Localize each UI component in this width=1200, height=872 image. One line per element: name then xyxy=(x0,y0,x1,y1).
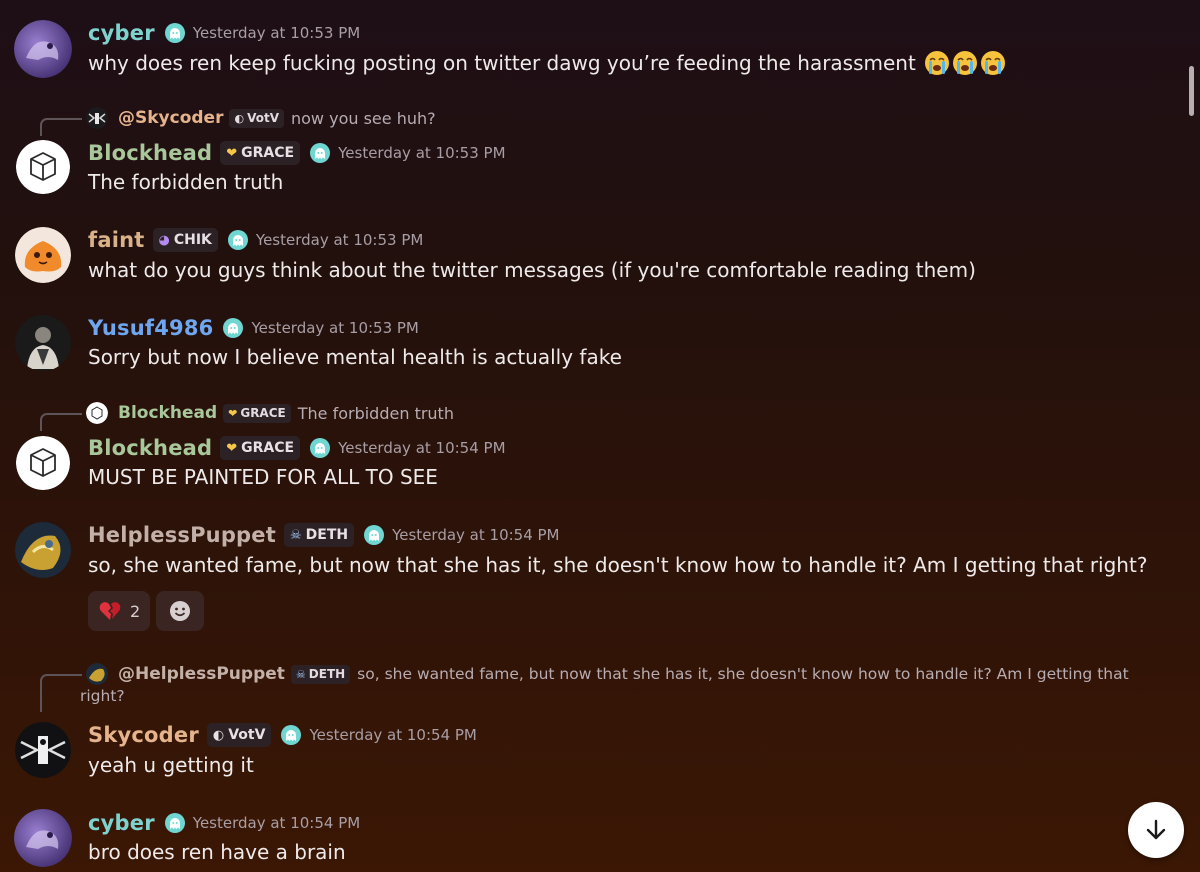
reply-preview[interactable]: @Skycoder ◐ VotV now you see huh? xyxy=(40,104,940,136)
role-tag: ☠ DETH xyxy=(283,523,355,547)
author-name[interactable]: HelplessPuppet xyxy=(88,523,276,547)
author-name[interactable]: Skycoder xyxy=(88,723,199,747)
role-tag: ◐ VotV xyxy=(206,723,272,747)
message-text: bro does ren have a brain xyxy=(88,840,346,864)
scroll-to-bottom-arrow-icon xyxy=(1146,819,1166,840)
reply-spine xyxy=(40,118,82,136)
message-text: why does ren keep fucking posting on twi… xyxy=(88,51,916,75)
message-timestamp[interactable]: Yesterday at 10:53 PM xyxy=(251,319,418,337)
message-text: yeah u getting it xyxy=(88,753,254,777)
heart-tag-icon: ❤ xyxy=(226,145,238,161)
author-name[interactable]: Blockhead xyxy=(88,141,212,165)
author-name[interactable]: Blockhead xyxy=(88,436,212,460)
avatar-cyber[interactable] xyxy=(14,809,72,867)
reply-spine xyxy=(40,413,82,431)
role-tag: ❤ GRACE xyxy=(220,436,301,460)
message-timestamp[interactable]: Yesterday at 10:53 PM xyxy=(193,24,360,42)
reply-preview[interactable]: @HelplessPuppet ☠ DETH so, she wanted fam… xyxy=(40,660,1170,716)
role-tag: ❤ GRACE xyxy=(220,141,301,165)
loudly-crying-face-emoji xyxy=(952,51,977,75)
message-text: MUST BE PAINTED FOR ALL TO SEE xyxy=(88,465,438,489)
avatar-faint[interactable] xyxy=(15,227,71,283)
nitro-ghost-icon[interactable] xyxy=(364,525,385,545)
nitro-ghost-icon[interactable] xyxy=(164,23,185,43)
avatar-blockhead[interactable] xyxy=(16,140,70,194)
message-timestamp[interactable]: Yesterday at 10:54 PM xyxy=(392,526,559,544)
nitro-ghost-icon[interactable] xyxy=(227,230,248,250)
skull-tag-icon: ☠ xyxy=(295,667,306,681)
author-name[interactable]: cyber xyxy=(88,811,155,835)
role-tag: ◕ CHIK xyxy=(152,228,218,252)
avatar-yusuf4986[interactable] xyxy=(15,315,71,371)
heart-tag-icon: ❤ xyxy=(226,440,238,456)
scrollbar-thumb[interactable] xyxy=(1189,66,1194,116)
votv-tag-icon: ◐ xyxy=(234,111,245,125)
reply-text: now you see huh? xyxy=(291,108,436,128)
nitro-ghost-icon[interactable] xyxy=(281,725,302,745)
nitro-ghost-icon[interactable] xyxy=(223,318,244,338)
loudly-crying-face-emoji xyxy=(980,51,1005,75)
reply-text-line-1: so, she wanted fame, but now that she ha… xyxy=(357,665,1129,683)
reply-avatar xyxy=(86,663,108,685)
avatar-skycoder[interactable] xyxy=(15,722,71,778)
reaction-bar: 2 xyxy=(88,591,205,631)
author-name[interactable]: cyber xyxy=(88,21,155,45)
message-text: The forbidden truth xyxy=(88,170,284,194)
jump-to-bottom-button[interactable] xyxy=(1128,802,1184,858)
reply-role-tag: ☠ DETH xyxy=(290,664,351,684)
message-text: what do you guys think about the twitter… xyxy=(88,258,976,282)
reply-author[interactable]: @HelplessPuppet xyxy=(118,664,285,684)
message-text: so, she wanted fame, but now that she ha… xyxy=(88,553,1148,577)
moon-tag-icon: ◕ xyxy=(158,232,170,248)
reaction-broken-heart[interactable]: 2 xyxy=(88,591,151,631)
avatar-helplesspuppet[interactable] xyxy=(15,522,71,578)
broken-heart-icon xyxy=(99,602,121,620)
reply-avatar xyxy=(86,402,108,424)
message-timestamp[interactable]: Yesterday at 10:54 PM xyxy=(193,814,360,832)
nitro-ghost-icon[interactable] xyxy=(310,143,331,163)
reaction-count: 2 xyxy=(130,601,141,621)
loudly-crying-face-emoji xyxy=(924,51,949,75)
avatar-blockhead[interactable] xyxy=(16,436,70,490)
reply-preview[interactable]: Blockhead ❤ GRACE The forbidden truth xyxy=(40,399,940,431)
reply-role-tag: ❤ GRACE xyxy=(223,403,291,423)
reply-role-tag: ◐ VotV xyxy=(229,108,284,128)
reply-avatar xyxy=(86,107,108,129)
reply-text-line-2: right? xyxy=(80,687,125,705)
nitro-ghost-icon[interactable] xyxy=(164,813,185,833)
reply-author[interactable]: Blockhead xyxy=(118,403,217,423)
reply-author[interactable]: @Skycoder xyxy=(118,108,223,128)
message-timestamp[interactable]: Yesterday at 10:54 PM xyxy=(309,726,476,744)
votv-tag-icon: ◐ xyxy=(212,727,225,743)
add-reaction-button[interactable] xyxy=(156,591,205,631)
message-timestamp[interactable]: Yesterday at 10:53 PM xyxy=(256,231,423,249)
heart-tag-icon: ❤ xyxy=(228,406,238,420)
reply-text: The forbidden truth xyxy=(297,403,454,423)
add-reaction-icon xyxy=(170,601,191,621)
message-list: cyber Yesterday at 10:53 PM why does ren… xyxy=(0,0,1180,872)
message-text: Sorry but now I believe mental health is… xyxy=(88,345,622,369)
author-name[interactable]: Yusuf4986 xyxy=(88,316,213,340)
nitro-ghost-icon[interactable] xyxy=(310,438,331,458)
skull-tag-icon: ☠ xyxy=(289,527,302,543)
author-name[interactable]: faint xyxy=(88,228,145,252)
avatar-cyber[interactable] xyxy=(14,20,72,78)
message-timestamp[interactable]: Yesterday at 10:53 PM xyxy=(338,144,505,162)
message-timestamp[interactable]: Yesterday at 10:54 PM xyxy=(338,439,505,457)
